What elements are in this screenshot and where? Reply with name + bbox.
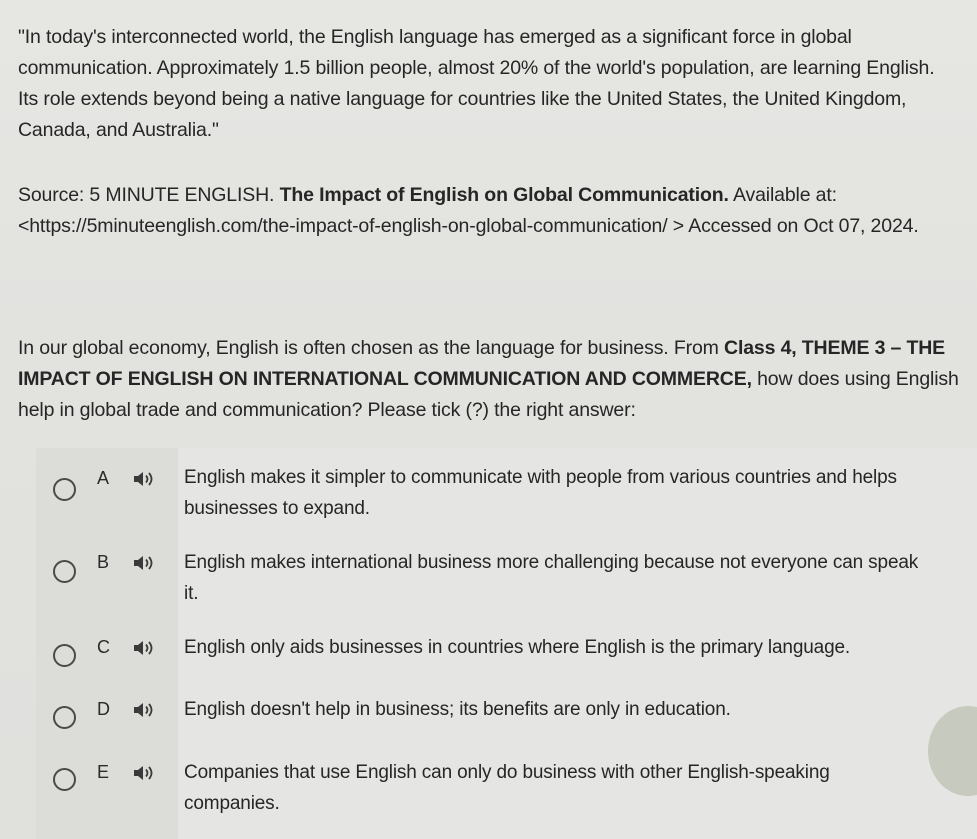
option-text-line: businesses to expand. <box>184 498 370 519</box>
source-suffix: Available at: <box>728 184 837 206</box>
option-text: Companies that use English can only do b… <box>184 757 974 819</box>
option-text-line: English makes international business mor… <box>184 552 919 573</box>
quote-line: Its role extends beyond being a native l… <box>18 88 907 110</box>
option-text: English makes international business mor… <box>184 547 974 609</box>
option-text-line: English makes it simpler to communicate … <box>184 467 897 488</box>
question-bold: IMPACT OF ENGLISH ON INTERNATIONAL COMMU… <box>18 368 752 390</box>
page: "In today's interconnected world, the En… <box>0 0 977 839</box>
option-letter: A <box>97 468 110 488</box>
answer-option-e[interactable]: E Companies that use English can only do… <box>36 757 977 827</box>
radio-button-icon[interactable] <box>53 478 76 501</box>
option-text: English only aids businesses in countrie… <box>184 632 974 663</box>
quote-paragraph: "In today's interconnected world, the En… <box>18 22 973 146</box>
radio-button-icon[interactable] <box>53 644 76 667</box>
option-letter: D <box>97 699 110 719</box>
question-line: IMPACT OF ENGLISH ON INTERNATIONAL COMMU… <box>18 364 973 395</box>
source-prefix: Source: 5 MINUTE ENGLISH. <box>18 184 280 206</box>
answer-option-d[interactable]: D English doesn't help in business; its … <box>36 694 977 734</box>
option-text: English doesn't help in business; its be… <box>184 694 974 725</box>
answer-option-b[interactable]: B English makes international business m… <box>36 547 977 617</box>
radio-button-icon[interactable] <box>53 706 76 729</box>
speaker-icon[interactable] <box>132 470 156 488</box>
quote-line: "In today's interconnected world, the En… <box>18 26 852 48</box>
option-text-line: English doesn't help in business; its be… <box>184 699 731 720</box>
source-line: Source: 5 MINUTE ENGLISH. The Impact of … <box>18 180 973 211</box>
speaker-icon[interactable] <box>132 764 156 782</box>
answer-option-c[interactable]: C English only aids businesses in countr… <box>36 632 977 672</box>
source-citation: Source: 5 MINUTE ENGLISH. The Impact of … <box>18 180 973 242</box>
question-text: In our global economy, English is often … <box>18 337 725 359</box>
question-text: how does using English <box>751 368 959 390</box>
question-line: help in global trade and communication? … <box>18 399 636 421</box>
source-title: The Impact of English on Global Communic… <box>279 184 729 206</box>
answer-option-a[interactable]: A English makes it simpler to communicat… <box>36 462 977 532</box>
question-line: In our global economy, English is often … <box>18 333 973 364</box>
option-text-line: companies. <box>184 793 280 814</box>
question-bold: Class 4, THEME 3 – THE <box>724 337 946 359</box>
option-letter: C <box>97 637 110 657</box>
option-text-line: English only aids businesses in countrie… <box>184 637 851 658</box>
source-url: <https://5minuteenglish.com/the-impact-o… <box>18 215 919 237</box>
option-text-line: Companies that use English can only do b… <box>184 762 830 783</box>
quote-line: Canada, and Australia." <box>18 119 219 141</box>
option-letter: E <box>97 762 110 782</box>
radio-button-icon[interactable] <box>53 768 76 791</box>
option-text: English makes it simpler to communicate … <box>184 462 974 524</box>
radio-button-icon[interactable] <box>53 560 76 583</box>
quote-line: communication. Approximately 1.5 billion… <box>18 57 935 79</box>
option-text-line: it. <box>184 583 199 604</box>
option-letter: B <box>97 552 110 572</box>
question-prompt: In our global economy, English is often … <box>18 333 973 426</box>
speaker-icon[interactable] <box>132 554 156 572</box>
speaker-icon[interactable] <box>132 639 156 657</box>
speaker-icon[interactable] <box>132 701 156 719</box>
